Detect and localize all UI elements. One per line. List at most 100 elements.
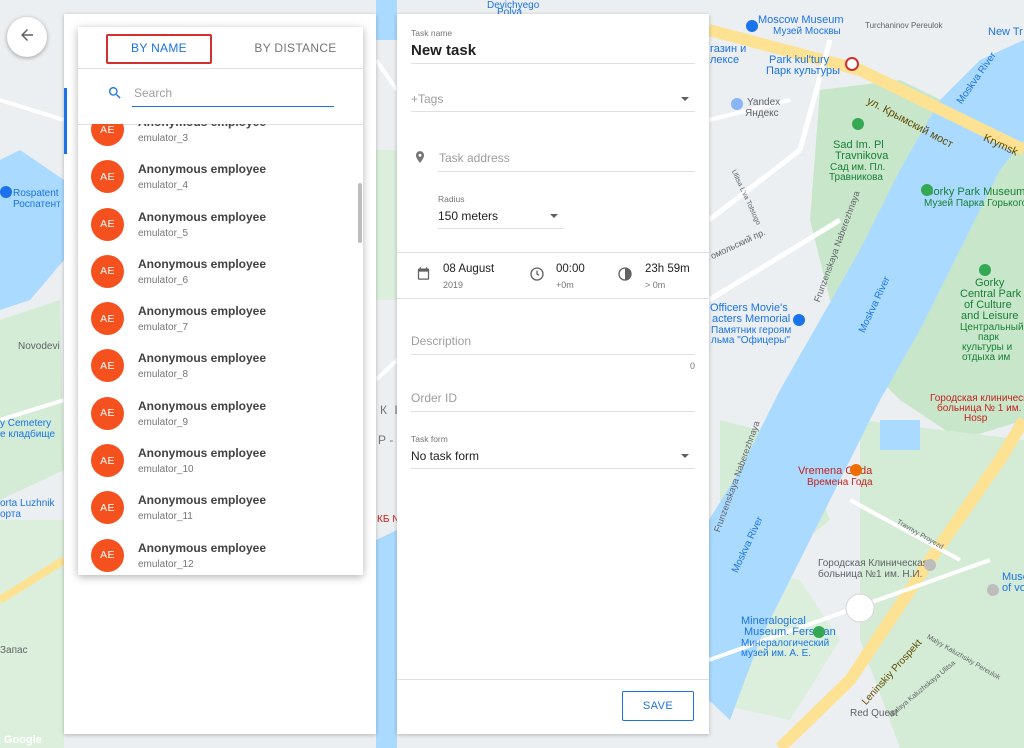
poi-pin-icon[interactable] (731, 98, 743, 110)
employee-name: Anonymous employee (138, 446, 267, 461)
map-label: Gorky Park Museum (925, 186, 1024, 198)
task-name-label: Task name (411, 28, 453, 38)
list-item[interactable]: AE Anonymous employee emulator_4 (78, 152, 363, 199)
list-item[interactable]: AE Anonymous employee emulator_12 (78, 531, 363, 575)
map-label: y Cemetery (0, 418, 52, 429)
avatar: AE (91, 538, 124, 572)
list-item[interactable]: AE Anonymous employee emulator_11 (78, 483, 363, 530)
list-item[interactable]: AE Anonymous employee emulator_10 (78, 436, 363, 483)
radius-label: Radius (438, 194, 465, 204)
time-picker[interactable]: 00:00 (556, 263, 585, 275)
poi-pin-icon[interactable] (987, 584, 999, 596)
avatar: AE (91, 207, 124, 241)
employee-login: emulator_12 (138, 558, 194, 570)
back-button[interactable] (7, 17, 47, 57)
description-input[interactable]: Description (411, 334, 471, 348)
save-button[interactable]: SAVE (622, 691, 694, 721)
map-label: of vo (1002, 582, 1024, 594)
list-item[interactable]: AE Anonymous employee emulator_9 (78, 389, 363, 436)
task-form-select[interactable]: No task form (411, 449, 479, 463)
employee-name: Anonymous employee (138, 209, 267, 224)
map-label: отдыха им (962, 352, 1011, 363)
map-label: Травникова (829, 172, 883, 183)
employee-list-items: AE Anonymous employee emulator_3 AE Anonymou… (78, 124, 363, 575)
employee-list[interactable]: AE Anonymous employee emulator_3 AE Anonymou… (78, 124, 363, 575)
avatar: AE (91, 124, 124, 146)
map-label: Moscow Museum (758, 14, 844, 26)
map-label: Novodevi (18, 341, 60, 352)
map-label: Городская Клиническая (818, 558, 929, 569)
employee-name: Anonymous employee (138, 493, 267, 508)
map-label: орта (0, 509, 21, 520)
description-counter: 0 (690, 361, 696, 371)
section-divider (397, 298, 709, 299)
avatar: AE (91, 349, 124, 383)
list-scrollbar[interactable] (358, 183, 362, 243)
list-item[interactable]: AE Anonymous employee emulator_6 (78, 247, 363, 294)
tab-by-distance[interactable]: BY DISTANCE (228, 27, 363, 68)
map-label: Времена Года (807, 477, 873, 488)
hospital-pin-icon[interactable] (924, 559, 936, 571)
map-label: acters Memorial (712, 313, 791, 325)
employee-name: Anonymous employee (138, 162, 267, 177)
park-pin-icon[interactable] (979, 264, 991, 276)
restaurant-pin-icon[interactable] (850, 464, 862, 476)
park-pin-icon[interactable] (852, 118, 864, 130)
duration-picker[interactable]: 23h 59m (645, 263, 690, 275)
park-pin-icon[interactable] (921, 184, 933, 196)
order-id-input[interactable]: Order ID (411, 391, 457, 405)
map-label: Музей Москвы (773, 26, 841, 37)
tags-select[interactable]: +Tags (411, 92, 443, 106)
metro-pin-icon[interactable] (845, 57, 859, 71)
duration-icon (617, 266, 633, 287)
avatar: AE (91, 302, 124, 336)
search-input[interactable] (132, 80, 334, 107)
map-label: е кладбище (0, 429, 56, 440)
search-bar (78, 68, 363, 125)
map-label: Музей Парка Горького (924, 198, 1024, 209)
divider (411, 354, 695, 355)
tab-by-name[interactable]: BY NAME (106, 27, 212, 68)
clock-icon (529, 266, 545, 287)
museum-pin-icon[interactable] (793, 314, 805, 326)
chevron-down-icon[interactable] (681, 454, 689, 458)
tab-label: BY DISTANCE (254, 40, 337, 55)
list-item[interactable]: AE Anonymous employee emulator_8 (78, 341, 363, 388)
employee-login: emulator_10 (138, 464, 194, 476)
task-name-input[interactable]: New task (411, 42, 476, 59)
task-form-label: Task form (411, 434, 448, 444)
list-item[interactable]: AE Anonymous employee emulator_3 (78, 124, 363, 152)
section-divider (397, 679, 709, 680)
museum-pin-icon[interactable] (813, 626, 825, 638)
map-label: Роспатент (13, 199, 61, 210)
divider (411, 63, 695, 64)
time-offset: +0m (556, 280, 574, 290)
map-label: Yandex (747, 97, 781, 108)
map-label: Rospatent (13, 188, 59, 199)
map-label: льма "Офицеры" (711, 335, 790, 346)
date-year: 2019 (443, 280, 464, 290)
task-form-panel: Task name New task +Tags Task address Ra… (397, 14, 709, 734)
search-icon (107, 85, 123, 101)
employee-login: emulator_6 (138, 274, 189, 286)
museum-pin-icon[interactable] (746, 20, 758, 32)
avatar: AE (91, 160, 124, 194)
poi-pin-icon[interactable] (0, 186, 12, 198)
radius-select[interactable]: 150 meters (438, 209, 498, 223)
avatar: AE (91, 254, 124, 288)
map-label: Яндекс (745, 108, 779, 119)
chevron-down-icon[interactable] (681, 97, 689, 101)
list-item[interactable]: AE Anonymous employee emulator_7 (78, 294, 363, 341)
highlight-box (106, 34, 212, 64)
date-picker[interactable]: 08 August (443, 263, 494, 275)
chevron-down-icon[interactable] (550, 214, 558, 218)
map-label: New Tr (988, 26, 1023, 38)
employee-name: Anonymous employee (138, 304, 267, 319)
avatar: AE (91, 491, 124, 525)
list-item[interactable]: AE Anonymous employee emulator_5 (78, 200, 363, 247)
employee-login: emulator_7 (138, 322, 189, 334)
divider (438, 171, 695, 172)
task-address-input[interactable]: Task address (439, 151, 510, 165)
employee-name: Anonymous employee (138, 351, 267, 366)
map-label: лексе (710, 54, 740, 66)
